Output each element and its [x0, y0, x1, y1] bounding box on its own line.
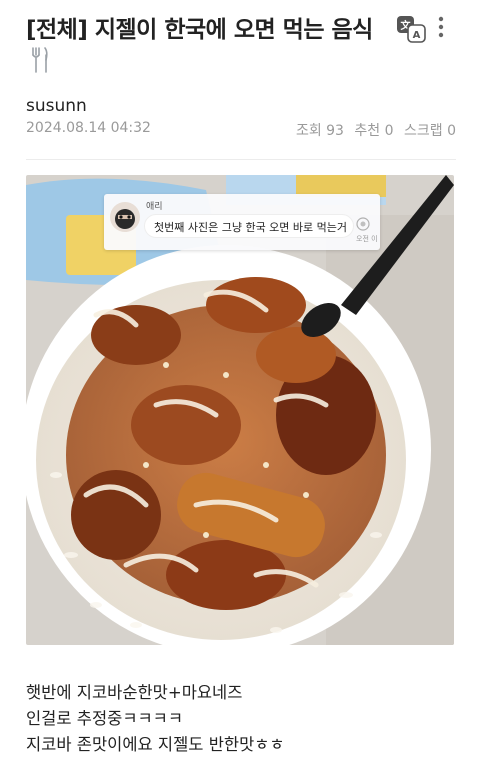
- content-line: 지코바 존맛이에요 지젤도 반한맛ㅎㅎ: [26, 735, 285, 754]
- avatar: [110, 202, 140, 232]
- commenter-name: 애리: [146, 202, 163, 212]
- view-count: 조회 93: [295, 123, 344, 139]
- translate-icon[interactable]: 文 A: [396, 14, 426, 44]
- comment-side: 오전 이: [356, 216, 378, 246]
- post-content: 햇반에 지코바순한맛+마요네즈 인걸로 추정중ㅋㅋㅋㅋ 지코바 존맛이에요 지젤…: [26, 680, 466, 758]
- fork-and-knife-icon: [32, 47, 48, 73]
- reaction-icon: [356, 217, 370, 231]
- content-line: 인걸로 추정중ㅋㅋㅋㅋ: [26, 709, 184, 728]
- post-stats: 조회 93 추천 0 스크랩 0: [290, 120, 456, 140]
- divider: [26, 159, 456, 160]
- post-meta: 2024.08.14 04:32 조회 93 추천 0 스크랩 0: [26, 120, 456, 140]
- post-header: [전체] 지젤이 한국에 오면 먹는 음식 文 A: [0, 0, 480, 90]
- like-count: 추천 0: [354, 123, 394, 139]
- comment-overlay: 애리 첫번째 사진은 그냥 한국 오면 바로 먹는거 오전 이: [104, 194, 380, 250]
- comment-time: 오전 이: [356, 235, 378, 243]
- post-title: [전체] 지젤이 한국에 오면 먹는 음식: [26, 17, 373, 43]
- post-date: 2024.08.14 04:32: [26, 120, 151, 136]
- author-name[interactable]: susunn: [26, 96, 87, 116]
- scrap-count: 스크랩 0: [404, 123, 456, 139]
- content-line: 햇반에 지코바순한맛+마요네즈: [26, 683, 243, 702]
- post-photo[interactable]: 애리 첫번째 사진은 그냥 한국 오면 바로 먹는거 오전 이: [26, 175, 454, 645]
- more-vertical-icon[interactable]: [436, 15, 446, 41]
- svg-text:A: A: [413, 30, 421, 41]
- comment-bubble: 첫번째 사진은 그냥 한국 오면 바로 먹는거: [144, 214, 354, 238]
